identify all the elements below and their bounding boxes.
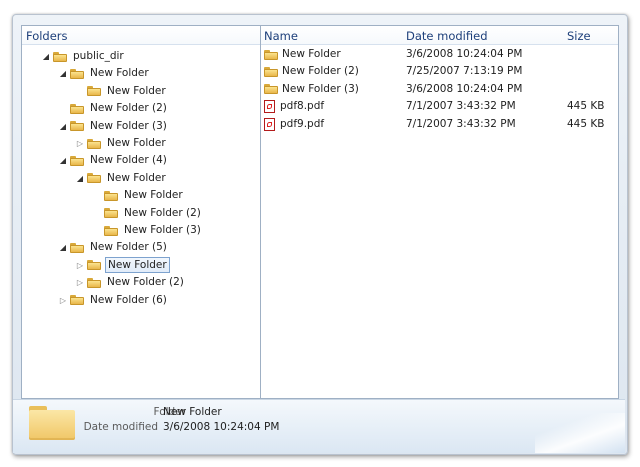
tree-item-label: New Folder: [107, 171, 166, 184]
details-pane: Folder New Folder Date modified 3/6/2008…: [13, 399, 625, 453]
file-name: New Folder (2): [282, 65, 359, 78]
file-list-pane[interactable]: Name Date modified Size New Folder 3/6/20…: [261, 26, 618, 398]
expanded-arrow-icon[interactable]: ◢: [57, 239, 69, 256]
tree-item[interactable]: ▷ New Folder: [74, 135, 168, 152]
tree-item-label: New Folder (3): [90, 119, 167, 132]
tree-item[interactable]: ◢ New Folder (5): [57, 239, 169, 256]
collapsed-arrow-icon[interactable]: ▷: [57, 292, 69, 309]
file-row[interactable]: pdf8.pdf 7/1/2007 3:43:32 PM 445 KB: [261, 98, 618, 115]
tree-item[interactable]: ▷ New Folder (6): [57, 292, 169, 309]
file-row[interactable]: New Folder (2) 7/25/2007 7:13:19 PM: [261, 63, 618, 80]
tree-item[interactable]: New Folder (2): [57, 100, 169, 117]
tree-item[interactable]: ◢ New Folder: [57, 65, 151, 82]
file-row[interactable]: New Folder (3) 3/6/2008 10:24:04 PM: [261, 81, 618, 98]
folder-tree-pane[interactable]: Folders ◢ public_dir ◢ New Folder New Folder…: [22, 26, 261, 398]
file-date-modified: 7/25/2007 7:13:19 PM: [406, 65, 523, 78]
folder-icon: [87, 260, 101, 271]
tree-header-label: Folders: [26, 29, 68, 43]
tree-item-label: New Folder: [90, 67, 149, 80]
tree-item-label: New Folder (2): [90, 102, 167, 115]
folder-icon: [70, 295, 84, 306]
collapsed-arrow-icon[interactable]: ▷: [74, 257, 86, 274]
column-header-date-modified[interactable]: Date modified: [406, 29, 488, 43]
collapsed-arrow-icon[interactable]: ▷: [74, 274, 86, 291]
details-date-key: Date modified: [83, 421, 158, 433]
list-header: Name Date modified Size: [261, 26, 618, 45]
expanded-arrow-icon[interactable]: ◢: [57, 65, 69, 82]
file-date-modified: 3/6/2008 10:24:04 PM: [406, 48, 523, 60]
tree-item[interactable]: ◢ New Folder: [74, 170, 168, 187]
explorer-panes: Folders ◢ public_dir ◢ New Folder New Folder…: [21, 25, 619, 399]
folder-icon: [264, 66, 278, 77]
file-name: New Folder: [282, 48, 341, 60]
file-date-modified: 3/6/2008 10:24:04 PM: [406, 82, 523, 95]
folder-icon: [87, 138, 101, 149]
tree-item[interactable]: ◢ public_dir: [40, 48, 126, 65]
collapsed-arrow-icon[interactable]: ▷: [74, 135, 86, 152]
tree-item-label: New Folder (3): [124, 224, 201, 236]
expanded-arrow-icon[interactable]: ◢: [57, 118, 69, 135]
tree-item-label: New Folder (2): [107, 276, 184, 289]
tree-item-label: New Folder (4): [90, 154, 167, 167]
file-name: pdf9.pdf: [280, 117, 325, 130]
file-row[interactable]: New Folder 3/6/2008 10:24:04 PM: [261, 46, 618, 63]
details-date-value: 3/6/2008 10:24:04 PM: [163, 421, 280, 433]
folder-icon: [104, 190, 118, 201]
folder-icon: [87, 86, 101, 97]
details-folder-value: New Folder: [163, 406, 222, 418]
folder-icon: [87, 173, 101, 184]
file-date-modified: 7/1/2007 3:43:32 PM: [406, 117, 516, 130]
folder-icon: [104, 208, 118, 219]
tree-item[interactable]: New Folder: [74, 83, 168, 100]
tree-item-label: New Folder: [105, 257, 170, 274]
pdf-icon: [264, 117, 275, 131]
tree-item-label: public_dir: [73, 50, 124, 62]
tree-header: Folders: [22, 26, 260, 45]
tree-item-label: New Folder: [124, 189, 183, 202]
file-name: pdf8.pdf: [280, 100, 325, 113]
file-date-modified: 7/1/2007 3:43:32 PM: [406, 100, 516, 113]
tree-item-label: New Folder (2): [124, 206, 201, 219]
pdf-icon: [264, 100, 275, 114]
tree-item-label: New Folder: [107, 84, 166, 97]
column-header-name[interactable]: Name: [264, 29, 298, 43]
column-header-size[interactable]: Size: [567, 29, 591, 43]
folder-icon: [70, 121, 84, 132]
folder-icon: [104, 225, 118, 236]
expanded-arrow-icon[interactable]: ◢: [74, 170, 86, 187]
tree-item[interactable]: New Folder (2): [91, 205, 203, 222]
file-size: 445 KB: [567, 100, 605, 113]
file-size: 445 KB: [567, 117, 605, 130]
folder-icon: [87, 277, 101, 288]
file-row[interactable]: pdf9.pdf 7/1/2007 3:43:32 PM 445 KB: [261, 116, 618, 133]
tree-item[interactable]: New Folder (3): [91, 222, 203, 239]
tree-item[interactable]: ◢ New Folder (3): [57, 118, 169, 135]
tree-item[interactable]: ▷ New Folder (2): [74, 274, 186, 291]
folder-icon: [70, 103, 84, 114]
file-name: New Folder (3): [282, 82, 359, 95]
decorative-swoosh: [535, 413, 625, 453]
tree-item[interactable]: New Folder: [91, 187, 185, 204]
tree-item-label: New Folder: [107, 137, 166, 149]
tree-item-label: New Folder (5): [90, 241, 167, 254]
folder-icon: [70, 242, 84, 253]
expanded-arrow-icon[interactable]: ◢: [40, 48, 52, 65]
folder-icon: [264, 49, 278, 60]
folder-icon: [53, 51, 67, 62]
folder-icon: [264, 84, 278, 95]
tree-item[interactable]: ◢ New Folder (4): [57, 152, 169, 169]
expanded-arrow-icon[interactable]: ◢: [57, 152, 69, 169]
tree-item-label: New Folder (6): [90, 293, 167, 306]
tree-item[interactable]: ▷ New Folder: [74, 257, 170, 274]
folder-icon: [70, 68, 84, 79]
folder-icon: [70, 155, 84, 166]
